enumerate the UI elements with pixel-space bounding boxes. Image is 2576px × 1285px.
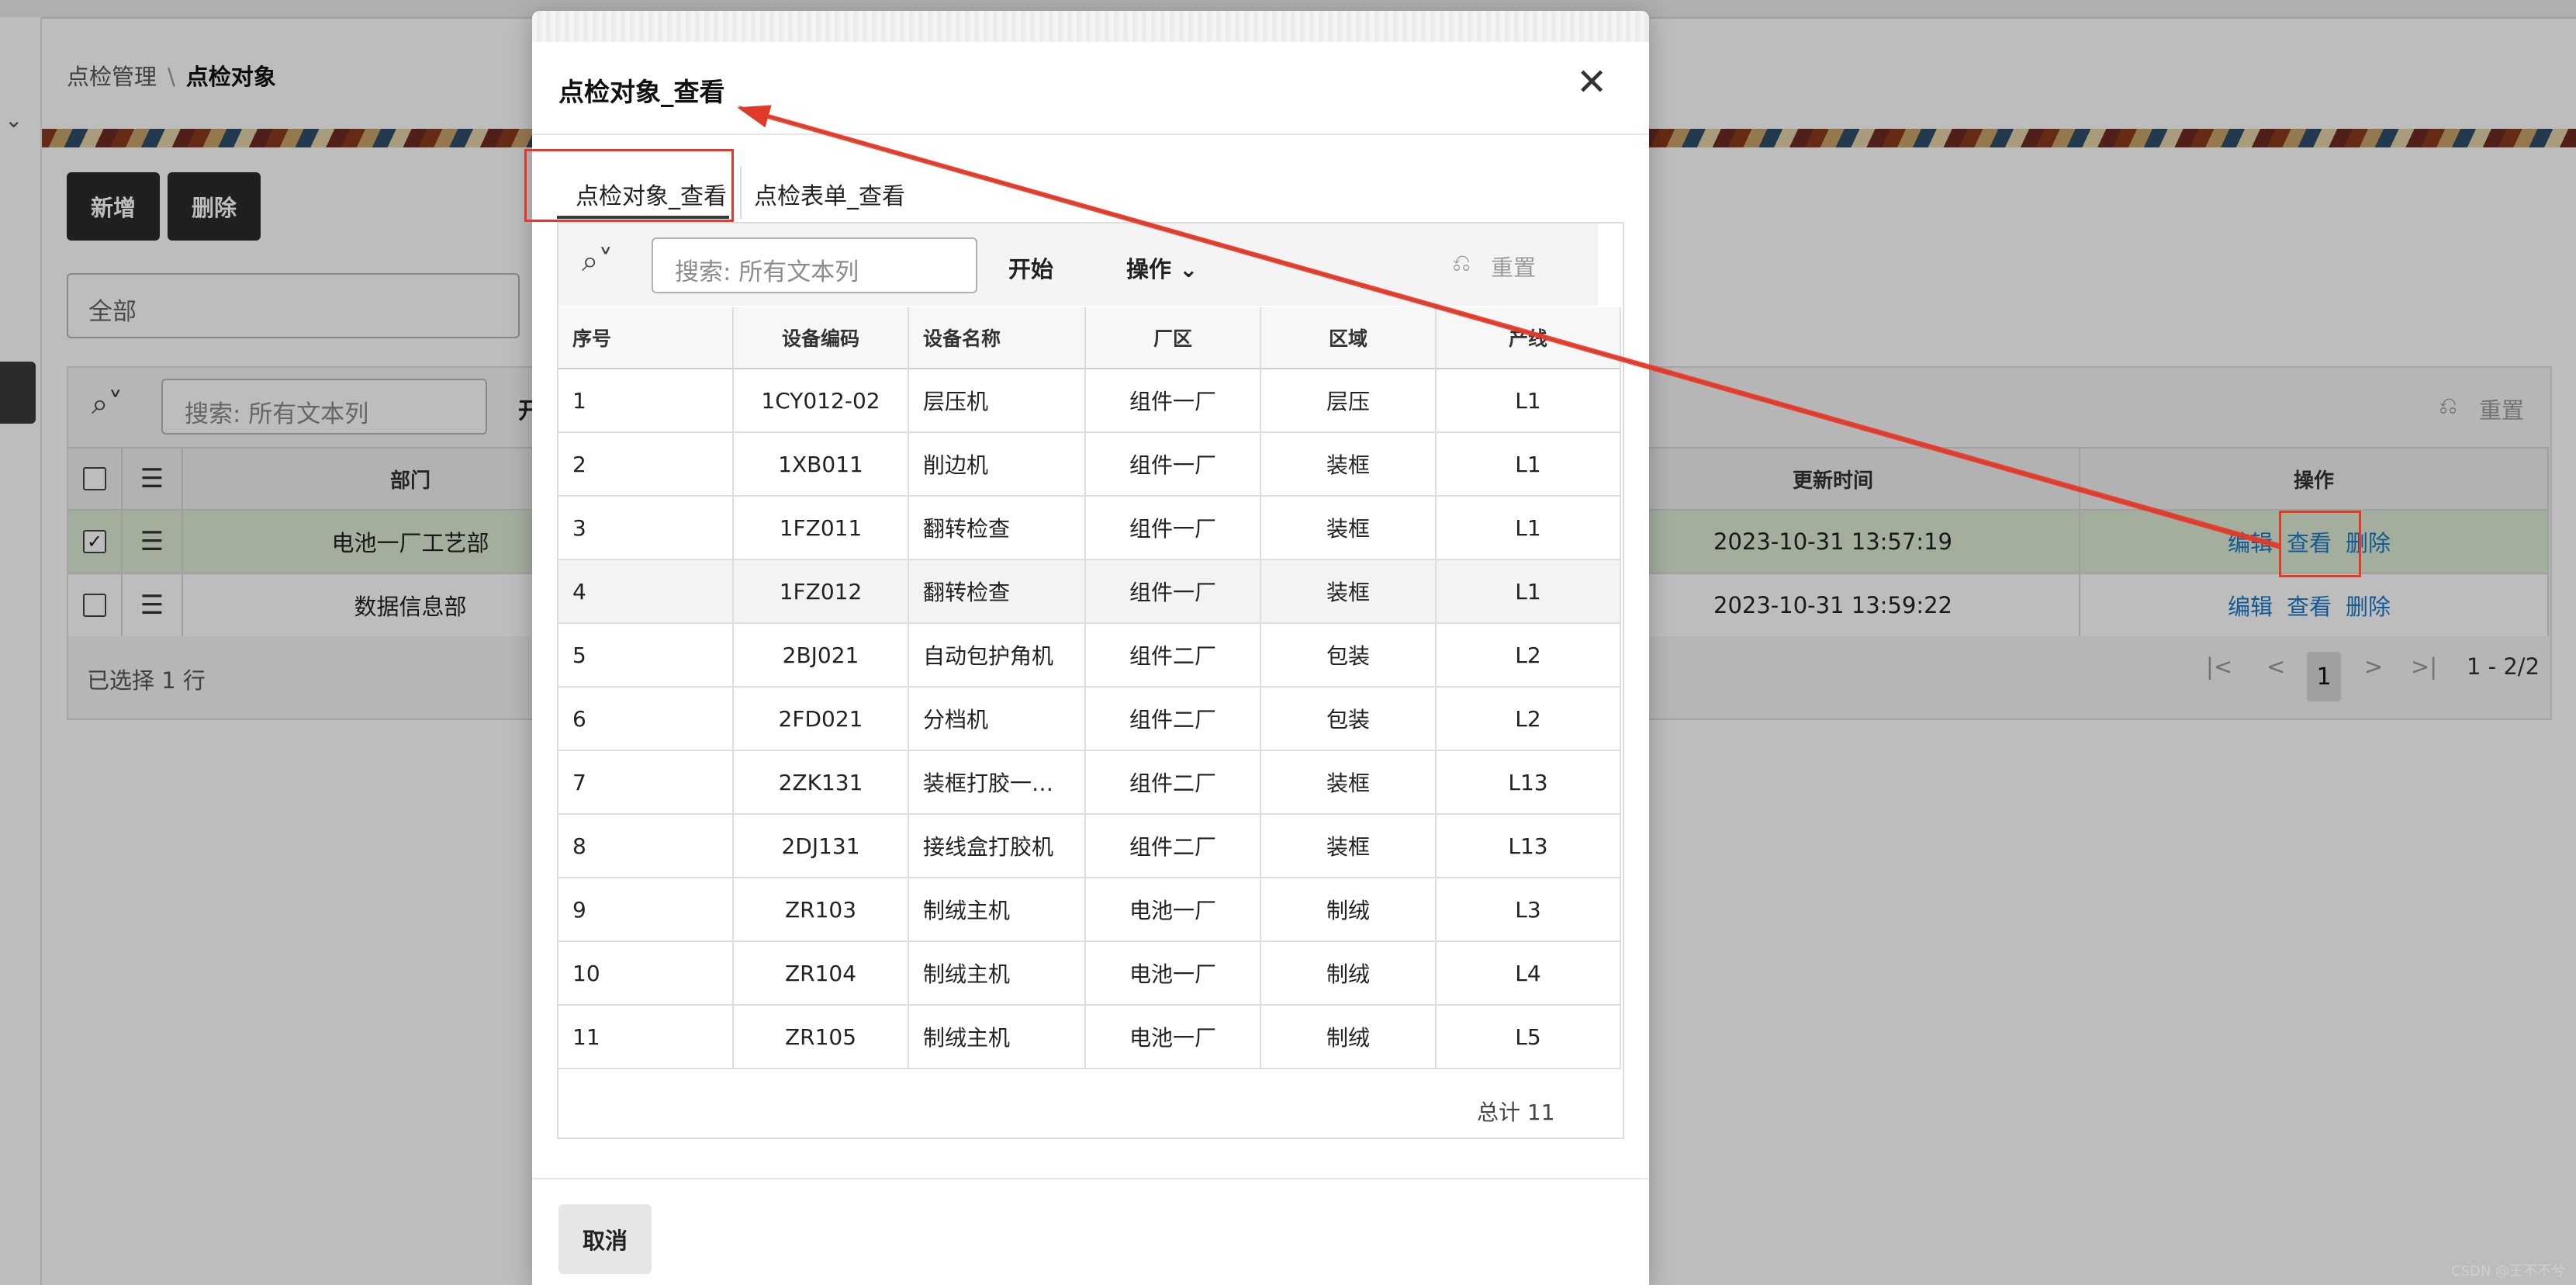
annotation-arrow (737, 105, 2280, 549)
watermark-text: CSDN @王不不兮 (2451, 1263, 2566, 1280)
